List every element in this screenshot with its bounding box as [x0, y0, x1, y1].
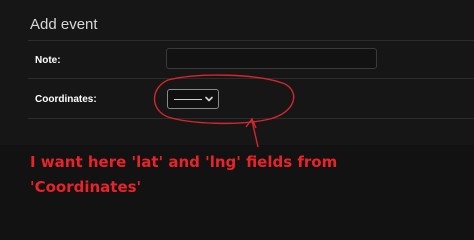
add-event-dialog: Add event Note: Coordinates:: [0, 0, 474, 145]
divider: [28, 118, 474, 119]
annotation-line-1: I want here 'lat' and 'lng' fields from: [30, 153, 338, 171]
divider: [28, 40, 474, 41]
coordinates-selected-value: [174, 98, 202, 100]
note-label: Note:: [35, 55, 61, 66]
dialog-title: Add event: [30, 16, 98, 33]
chevron-down-icon: [205, 96, 213, 102]
annotation-text: I want here 'lat' and 'lng' fields from …: [30, 150, 460, 200]
annotation-line-2: 'Coordinates': [30, 178, 142, 196]
coordinates-select[interactable]: [167, 89, 219, 109]
divider: [28, 78, 474, 79]
note-input[interactable]: [166, 48, 377, 69]
coordinates-label: Coordinates:: [35, 94, 97, 105]
